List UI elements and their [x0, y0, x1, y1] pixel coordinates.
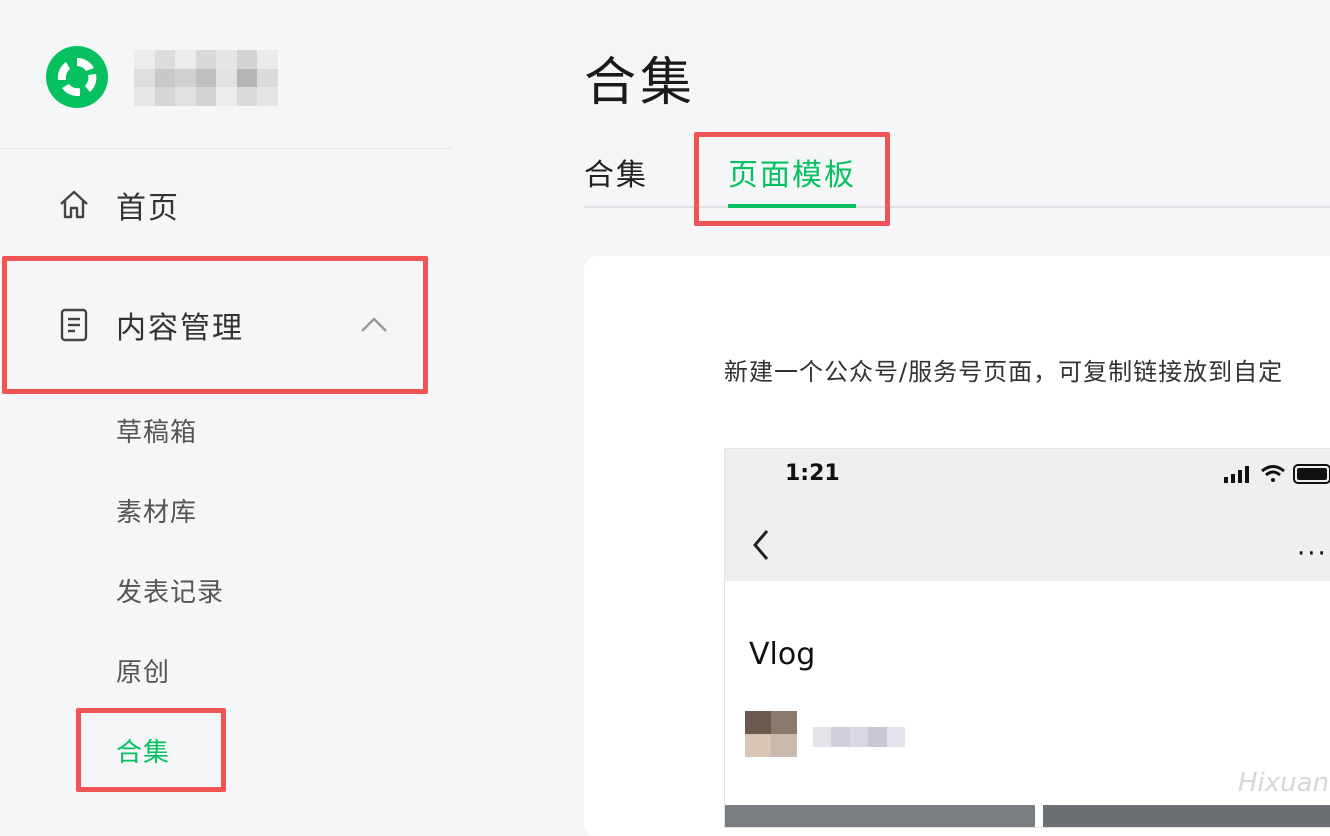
template-card: 新建一个公众号/服务号页面，可复制链接放到自定 1:21 ··· Vlog [584, 256, 1330, 836]
article-thumbnails [725, 805, 1330, 827]
document-icon [56, 307, 92, 343]
sidebar-item-home[interactable]: 首页 [0, 176, 452, 234]
sidebar-subitem-collections[interactable]: 合集 [116, 732, 170, 769]
sidebar-subitem-library[interactable]: 素材库 [116, 492, 197, 529]
more-options-icon[interactable]: ··· [1297, 539, 1328, 569]
sidebar-subitem-drafts[interactable]: 草稿箱 [116, 412, 197, 449]
chevron-left-icon[interactable] [747, 525, 775, 565]
sidebar: 首页 内容管理 草稿箱 素材库 发表记录 原创 合集 [0, 0, 452, 812]
wifi-icon [1261, 465, 1285, 482]
brand[interactable] [44, 44, 304, 110]
thumbnail[interactable] [1043, 805, 1330, 827]
tab-bar: 合集 页面模板 [584, 150, 1330, 208]
signal-icon [1224, 466, 1249, 483]
battery-icon [1293, 464, 1330, 484]
home-icon [56, 187, 92, 223]
thumbnail[interactable] [725, 805, 1035, 827]
page-title: 合集 [584, 53, 697, 113]
sidebar-subitem-publish-records[interactable]: 发表记录 [116, 572, 224, 609]
sidebar-item-label: 内容管理 [116, 311, 244, 346]
wechat-official-account-logo [46, 46, 108, 108]
chevron-up-icon[interactable] [356, 307, 392, 343]
collection-title: Vlog [749, 637, 816, 672]
status-icons [1223, 461, 1330, 487]
main-content: 合集 合集 页面模板 新建一个公众号/服务号页面，可复制链接放到自定 1:21 [452, 0, 1330, 836]
status-time: 1:21 [785, 461, 840, 486]
tab-collections[interactable]: 合集 [584, 150, 648, 194]
sidebar-subitem-original[interactable]: 原创 [116, 652, 170, 689]
sidebar-item-label: 首页 [116, 191, 180, 226]
tab-page-templates[interactable]: 页面模板 [728, 150, 856, 194]
template-description: 新建一个公众号/服务号页面，可复制链接放到自定 [724, 358, 1284, 386]
avatar [745, 711, 797, 757]
author-name-blurred [813, 727, 905, 747]
tab-bar-divider [584, 206, 1330, 208]
account-name-blurred [134, 50, 278, 106]
active-tab-indicator [728, 204, 856, 208]
sidebar-divider [0, 148, 452, 149]
author-info-blurred [745, 711, 915, 757]
watermark: Hixuan [1238, 768, 1330, 798]
sidebar-item-content-management[interactable]: 内容管理 [0, 296, 452, 354]
